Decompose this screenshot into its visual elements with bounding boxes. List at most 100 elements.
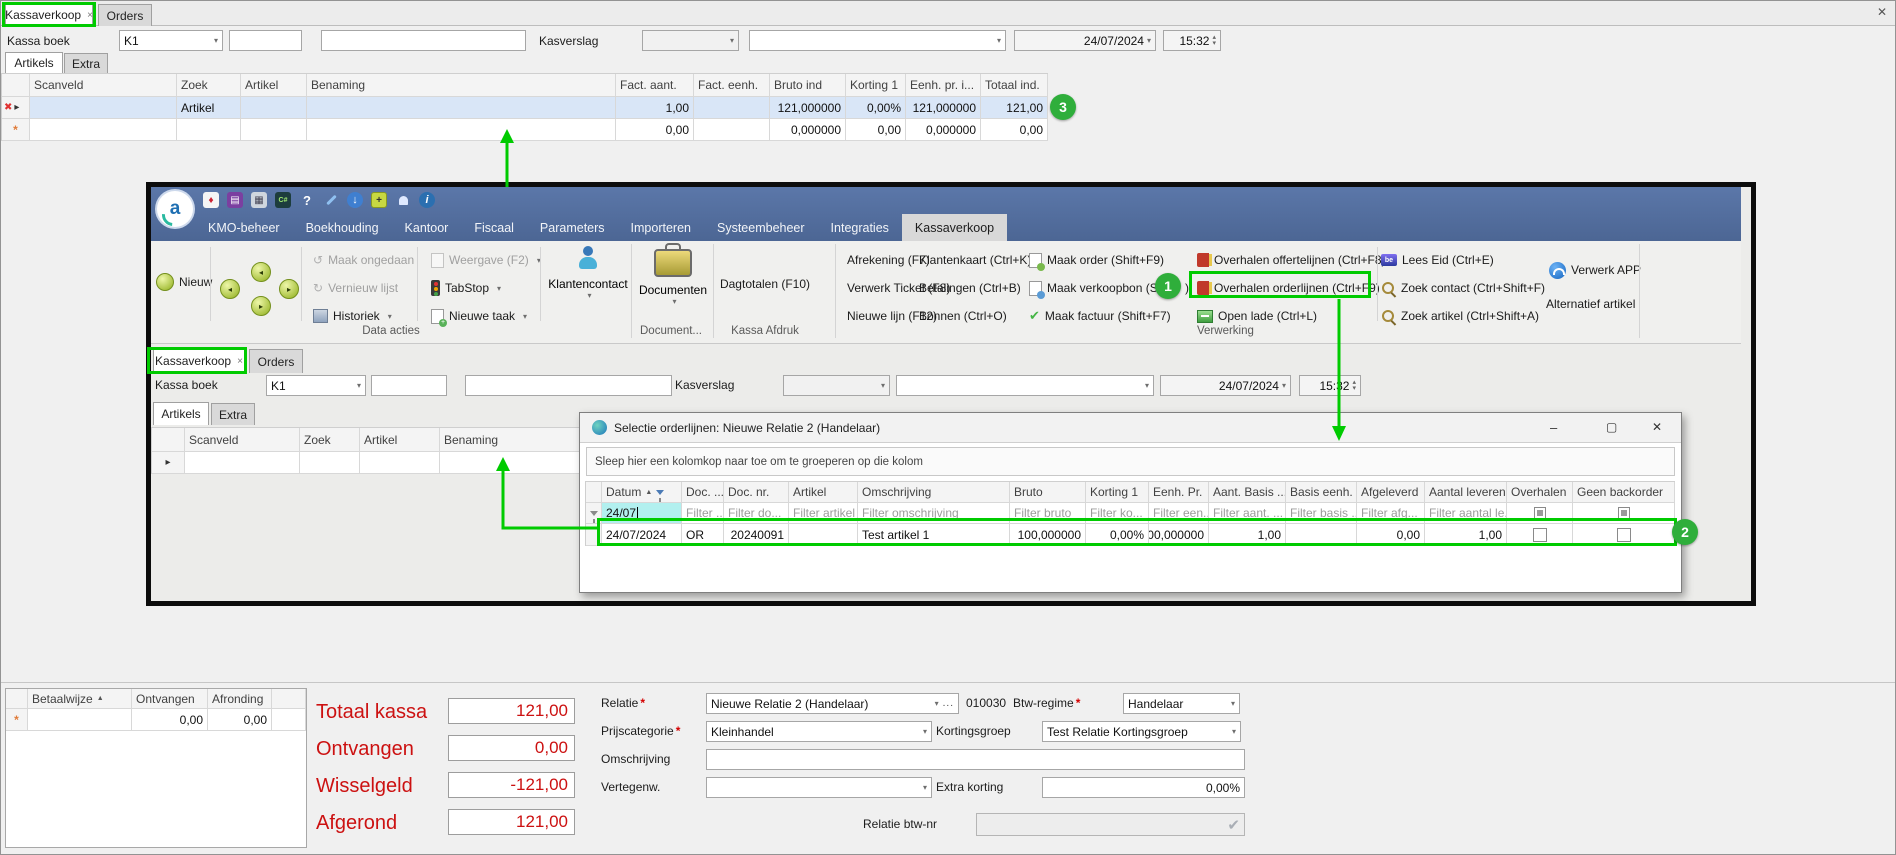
kortingsgroep-select[interactable]: Test Relatie Kortingsgroep ▾: [1042, 721, 1241, 742]
col-korting[interactable]: Korting 1: [846, 74, 906, 97]
add-icon[interactable]: +: [371, 192, 387, 208]
kassa-field-2[interactable]: [321, 30, 526, 51]
kassa-boek-select[interactable]: K1 ▾: [119, 30, 223, 51]
menu-boekhouding[interactable]: Boekhouding: [293, 214, 392, 241]
filter-icon[interactable]: [656, 490, 664, 495]
menu-integraties[interactable]: Integraties: [818, 214, 902, 241]
kasverslag-select-1[interactable]: ▾: [642, 30, 739, 51]
minimize-icon[interactable]: –: [1550, 420, 1557, 435]
nav-first-button[interactable]: ◂: [220, 279, 240, 299]
menu-kmo-beheer[interactable]: KMO-beheer: [195, 214, 293, 241]
inner-kassa-field-2[interactable]: [465, 375, 672, 396]
download-icon[interactable]: ↓: [347, 192, 363, 208]
menu-kantoor[interactable]: Kantoor: [392, 214, 462, 241]
col-totaal-ind[interactable]: Totaal ind.: [981, 74, 1048, 97]
tab-orders[interactable]: Orders: [98, 4, 152, 26]
col-bruto-ind[interactable]: Bruto ind: [770, 74, 846, 97]
col-benaming[interactable]: Benaming: [307, 74, 616, 97]
col-fact-eenh[interactable]: Fact. eenh.: [694, 74, 770, 97]
row2-korting[interactable]: 0,00: [846, 119, 906, 141]
col-ontvangen[interactable]: Ontvangen: [132, 689, 208, 709]
menu-kassaverkoop[interactable]: Kassaverkoop: [902, 214, 1007, 241]
inner-row-zoek[interactable]: [300, 452, 360, 474]
time-stepper[interactable]: 15:32 ▴▾: [1163, 30, 1221, 51]
inner-kasverslag-select-1[interactable]: ▾: [783, 375, 890, 396]
date-picker[interactable]: 24/07/2024 ▾: [1014, 30, 1156, 51]
row1-totaal[interactable]: 121,00: [981, 97, 1048, 119]
pay-row-ontvangen[interactable]: 0,00: [132, 709, 208, 731]
vertegenw-select[interactable]: ▾: [706, 777, 932, 798]
ribbon-overhalen-offerte[interactable]: Overhalen offertelijnen (Ctrl+F8): [1197, 251, 1386, 269]
inner-subtab-artikels[interactable]: Artikels: [153, 402, 209, 425]
row2-scanveld[interactable]: [30, 119, 177, 141]
subtab-extra[interactable]: Extra: [64, 53, 108, 73]
ribbon-nieuw[interactable]: Nieuw: [156, 273, 212, 291]
col-eenh-pr[interactable]: Eenh. pr. i...: [906, 74, 981, 97]
inner-col-scanveld[interactable]: Scanveld: [185, 428, 300, 452]
menu-importeren[interactable]: Importeren: [618, 214, 704, 241]
pay-row-betaalwijze[interactable]: [28, 709, 132, 731]
ribbon-alternatief-artikel[interactable]: Alternatief artikel: [1546, 295, 1635, 313]
inner-col-zoek[interactable]: Zoek: [300, 428, 360, 452]
calculator-icon[interactable]: ▦: [251, 192, 267, 208]
kasverslag-select-2[interactable]: ▾: [749, 30, 1006, 51]
spin-down-icon[interactable]: ▾: [1352, 386, 1356, 392]
dlg-col-eenh-pr[interactable]: Eenh. Pr.: [1149, 482, 1209, 503]
window-close-icon[interactable]: ✕: [1877, 5, 1887, 19]
inner-kassa-field-1[interactable]: [371, 375, 447, 396]
menu-parameters[interactable]: Parameters: [527, 214, 618, 241]
dlg-col-doc[interactable]: Doc. ...: [682, 482, 724, 503]
row2-fact-aant[interactable]: 0,00: [616, 119, 694, 141]
dlg-col-afgeleverd[interactable]: Afgeleverd: [1357, 482, 1425, 503]
inner-tab-orders[interactable]: Orders: [249, 349, 303, 373]
group-by-bar[interactable]: Sleep hier een kolomkop naar toe om te g…: [586, 447, 1675, 476]
col-zoek[interactable]: Zoek: [177, 74, 241, 97]
browse-icon[interactable]: ...: [943, 698, 954, 709]
prijscategorie-select[interactable]: Kleinhandel ▾: [706, 721, 932, 742]
ribbon-bonnen[interactable]: Bonnen (Ctrl+O): [919, 307, 1007, 325]
row1-korting[interactable]: 0,00%: [846, 97, 906, 119]
col-artikel[interactable]: Artikel: [241, 74, 307, 97]
ribbon-vernieuw-lijst[interactable]: ↻Vernieuw lijst: [313, 279, 398, 297]
csharp-icon[interactable]: C#: [275, 192, 291, 208]
inner-subtab-extra[interactable]: Extra: [211, 403, 255, 425]
ribbon-klantenkaart[interactable]: Klantenkaart (Ctrl+K): [919, 251, 1031, 269]
kassa-field-1[interactable]: [229, 30, 302, 51]
inner-date-picker[interactable]: 24/07/2024▾: [1160, 375, 1291, 396]
close-icon[interactable]: ✕: [1652, 420, 1662, 434]
ribbon-weergave[interactable]: Weergave (F2)▾: [431, 251, 541, 269]
row1-fact-eenh[interactable]: [694, 97, 770, 119]
dlg-col-omschrijving[interactable]: Omschrijving: [858, 482, 1010, 503]
dlg-col-doc-nr[interactable]: Doc. nr.: [724, 482, 789, 503]
dlg-col-datum[interactable]: Datum▲: [602, 482, 682, 503]
ribbon-afrekening[interactable]: Afrekening (F7): [847, 251, 930, 269]
ribbon-klantencontact[interactable]: Klantencontact ▾: [545, 245, 631, 323]
btw-regime-select[interactable]: Handelaar ▾: [1123, 693, 1240, 714]
dlg-col-geen-backorder[interactable]: Geen backorder: [1573, 482, 1675, 503]
row2-totaal[interactable]: 0,00: [981, 119, 1048, 141]
ribbon-lees-eid[interactable]: beLees Eid (Ctrl+E): [1381, 251, 1494, 269]
ribbon-betalingen[interactable]: Betalingen (Ctrl+B): [919, 279, 1021, 297]
row2-eenh-pr[interactable]: 0,000000: [906, 119, 981, 141]
ribbon-open-lade[interactable]: Open lade (Ctrl+L): [1197, 307, 1317, 325]
row2-benaming[interactable]: [307, 119, 616, 141]
ribbon-tabstop[interactable]: TabStop▾: [431, 279, 501, 297]
relatie-select[interactable]: Nieuwe Relatie 2 (Handelaar) ▾ ...: [706, 693, 959, 714]
dlg-col-overhalen[interactable]: Overhalen: [1507, 482, 1573, 503]
ribbon-maak-ongedaan[interactable]: ↺Maak ongedaan: [313, 251, 414, 269]
ribbon-historiek[interactable]: Historiek▾: [313, 307, 392, 325]
row1-scanveld[interactable]: [30, 97, 177, 119]
archive-icon[interactable]: ▤: [227, 192, 243, 208]
ribbon-documenten[interactable]: Documenten ▾: [637, 245, 709, 323]
row1-bruto[interactable]: 121,000000: [770, 97, 846, 119]
notifications-icon[interactable]: [395, 192, 411, 208]
row1-zoek[interactable]: Artikel: [177, 97, 241, 119]
col-fact-aant[interactable]: Fact. aant.: [616, 74, 694, 97]
col-scanveld[interactable]: Scanveld: [30, 74, 177, 97]
nav-last-button[interactable]: ▸: [279, 279, 299, 299]
cards-icon[interactable]: ♦: [203, 192, 219, 208]
delete-icon[interactable]: ✖: [4, 102, 12, 113]
info-icon[interactable]: i: [419, 192, 435, 208]
tools-icon[interactable]: [323, 192, 339, 208]
dlg-col-korting[interactable]: Korting 1: [1086, 482, 1149, 503]
